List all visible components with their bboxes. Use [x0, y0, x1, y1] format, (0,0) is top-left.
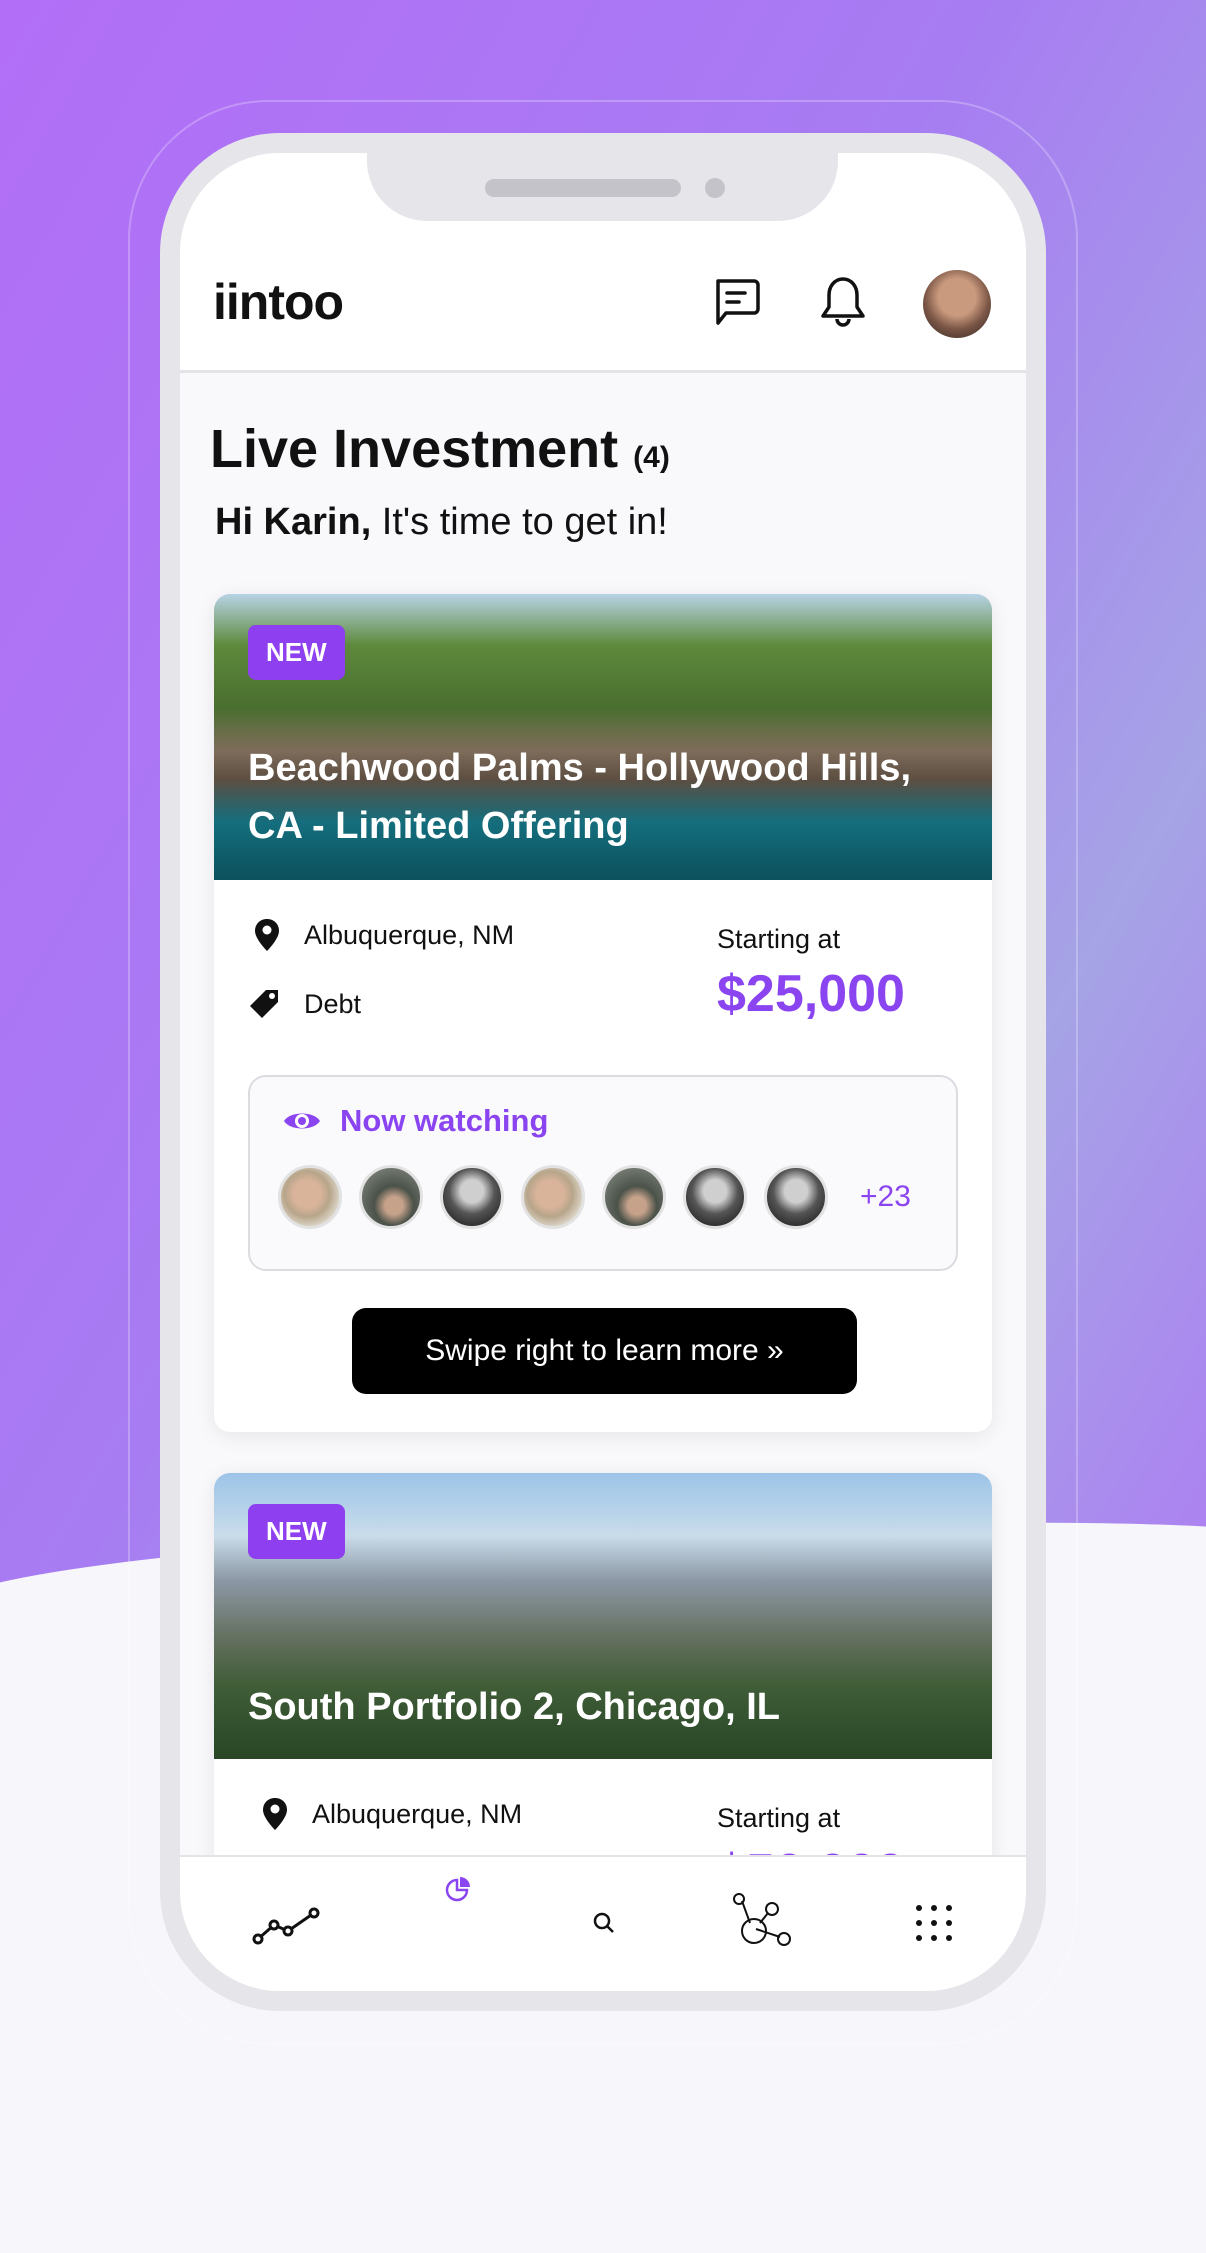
watcher-avatar[interactable] [602, 1165, 666, 1229]
new-badge: NEW [248, 625, 345, 680]
more-watchers-count[interactable]: +23 [860, 1180, 911, 1214]
eye-icon [284, 1113, 320, 1129]
watcher-avatar[interactable] [521, 1165, 585, 1229]
phone-screen: iintoo Live Investment (4) Hi Karin, It'… [180, 153, 1026, 1991]
phone-frame: iintoo Live Investment (4) Hi Karin, It'… [160, 133, 1046, 2011]
trends-icon[interactable] [252, 1905, 322, 1945]
notch [367, 153, 838, 221]
property-photo: NEW Beachwood Palms - Hollywood Hills, C… [214, 594, 992, 880]
title-text: Live Investment [210, 419, 619, 479]
starting-label: Starting at [717, 924, 841, 954]
price: $25,000 [717, 965, 905, 1023]
property-title: South Portfolio 2, Chicago, IL [248, 1686, 780, 1728]
page-title: Live Investment (4) [210, 418, 670, 480]
now-watching-label: Now watching [340, 1103, 549, 1138]
apps-grid-icon[interactable] [914, 1903, 954, 1943]
tag-icon [250, 990, 278, 1018]
location-text: Albuquerque, NM [312, 1798, 523, 1829]
user-avatar[interactable] [923, 270, 991, 338]
portfolio-icon[interactable] [445, 1875, 473, 1903]
chat-icon[interactable] [710, 275, 762, 327]
property-title: Beachwood Palms - Hollywood Hills, CA - … [248, 747, 911, 847]
bottom-nav [180, 1855, 1026, 1991]
search-icon[interactable] [592, 1911, 616, 1935]
learn-more-button[interactable]: Swipe right to learn more » [352, 1308, 857, 1394]
watcher-avatar[interactable] [683, 1165, 747, 1229]
starting-label: Starting at [717, 1803, 841, 1833]
location-row: Albuquerque, NM [254, 918, 514, 952]
watcher-avatar[interactable] [764, 1165, 828, 1229]
watcher-avatar[interactable] [359, 1165, 423, 1229]
camera [705, 178, 725, 198]
watcher-avatar[interactable] [440, 1165, 504, 1229]
new-badge: NEW [248, 1504, 345, 1559]
investment-count: (4) [633, 441, 670, 474]
location-row: Albuquerque, NM [262, 1797, 522, 1831]
watcher-avatar[interactable] [278, 1165, 342, 1229]
greeting-name: Hi Karin, [215, 501, 372, 543]
type-row: Debt [248, 988, 361, 1020]
location-pin-icon [263, 1798, 287, 1830]
location-pin-icon [255, 919, 279, 951]
speaker [485, 179, 681, 197]
property-photo: NEW South Portfolio 2, Chicago, IL [214, 1473, 992, 1759]
greeting: Hi Karin, It's time to get in! [215, 501, 668, 544]
type-text: Debt [304, 988, 362, 1019]
logo: iintoo [213, 274, 344, 330]
greeting-text: It's time to get in! [371, 501, 668, 543]
network-icon[interactable] [732, 1893, 792, 1951]
investment-card[interactable]: NEW Beachwood Palms - Hollywood Hills, C… [214, 594, 992, 1432]
location-text: Albuquerque, NM [304, 919, 515, 950]
now-watching-panel: Now watching +23 [248, 1075, 958, 1271]
bell-icon[interactable] [818, 275, 868, 329]
